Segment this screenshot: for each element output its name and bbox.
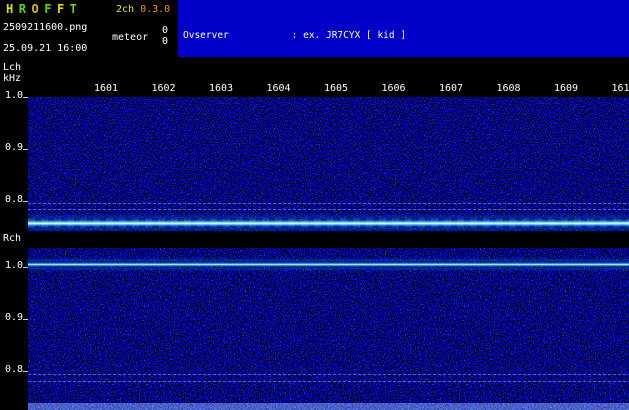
time-label: 1609 bbox=[554, 83, 578, 94]
time-label: 1602 bbox=[151, 83, 175, 94]
time-label: 1603 bbox=[209, 83, 233, 94]
rch-freq-tick-label: 0.9 bbox=[5, 312, 23, 323]
rch-carrier-line bbox=[28, 261, 629, 268]
rch-freq-tick-label: 1.0 bbox=[5, 260, 23, 271]
rch-faint-carrier-line bbox=[28, 381, 629, 382]
lch-freq-tick-label: 0.8 bbox=[5, 194, 23, 205]
info-panel: HROFFT 2ch 0.3.0 2509211600.png 0 meteor… bbox=[0, 0, 178, 57]
title-letter: R bbox=[19, 2, 26, 16]
level-strip-noise-texture bbox=[28, 403, 629, 410]
time-axis: 1601 1602 1603 1604 1605 1606 1607 1608 1609 1610 bbox=[28, 83, 629, 95]
time-label: 1605 bbox=[324, 83, 348, 94]
meteor-label: meteor bbox=[112, 32, 148, 43]
time-label: 1607 bbox=[439, 83, 463, 94]
time-label: 1601 bbox=[94, 83, 118, 94]
time-label: 1610 bbox=[611, 83, 629, 94]
title-letter: O bbox=[31, 2, 38, 16]
meteor-count-1: 0 bbox=[162, 25, 168, 36]
title-letter: F bbox=[57, 2, 64, 16]
time-label: 1604 bbox=[266, 83, 290, 94]
time-label: 1608 bbox=[496, 83, 520, 94]
rch-freq-tick-label: 0.8 bbox=[5, 364, 23, 375]
khz-unit-label: kHz bbox=[3, 73, 21, 84]
frequency-axis: Lch kHz 1.0 0.9 0.8 Rch 1.0 0.9 0.8 bbox=[0, 57, 28, 410]
channel-mode-label: 2ch bbox=[116, 4, 134, 15]
lch-freq-tick-label: 0.9 bbox=[5, 142, 23, 153]
lch-spectrogram: 1601 1602 1603 1604 1605 1606 1607 1608 1609 1610 bbox=[28, 57, 629, 231]
rch-label: Rch bbox=[3, 233, 21, 244]
hrofft-output: HROFFT 2ch 0.3.0 2509211600.png 0 meteor… bbox=[0, 0, 629, 410]
lch-faint-carrier-line bbox=[28, 209, 629, 210]
meteor-count-2: 0 bbox=[162, 36, 168, 47]
timestamp: 25.09.21 16:00 bbox=[3, 43, 87, 54]
level-strip bbox=[28, 399, 629, 410]
observer-line: Ovserver : ex. JR7CYX [ kid ] bbox=[183, 29, 629, 42]
time-label: 1606 bbox=[381, 83, 405, 94]
lch-faint-carrier-line bbox=[28, 203, 629, 204]
rch-faint-carrier-line bbox=[28, 374, 629, 375]
observer-header: Ovserver : ex. JR7CYX [ kid ] Receiving … bbox=[178, 0, 629, 57]
title-letter: F bbox=[44, 2, 51, 16]
version-label: 2ch 0.3.0 bbox=[116, 4, 170, 15]
rch-noise-texture bbox=[28, 248, 629, 410]
version-number: 0.3.0 bbox=[140, 4, 170, 15]
lch-freq-tick-label: 1.0 bbox=[5, 90, 23, 101]
lch-label: Lch bbox=[3, 62, 21, 73]
title-letter: H bbox=[6, 2, 13, 16]
app-title: HROFFT bbox=[6, 2, 82, 16]
title-letter: T bbox=[70, 2, 77, 16]
lch-noise-texture bbox=[28, 97, 629, 231]
rch-spectrogram bbox=[28, 248, 629, 410]
output-filename: 2509211600.png bbox=[3, 22, 87, 33]
lch-carrier-band bbox=[28, 218, 629, 228]
